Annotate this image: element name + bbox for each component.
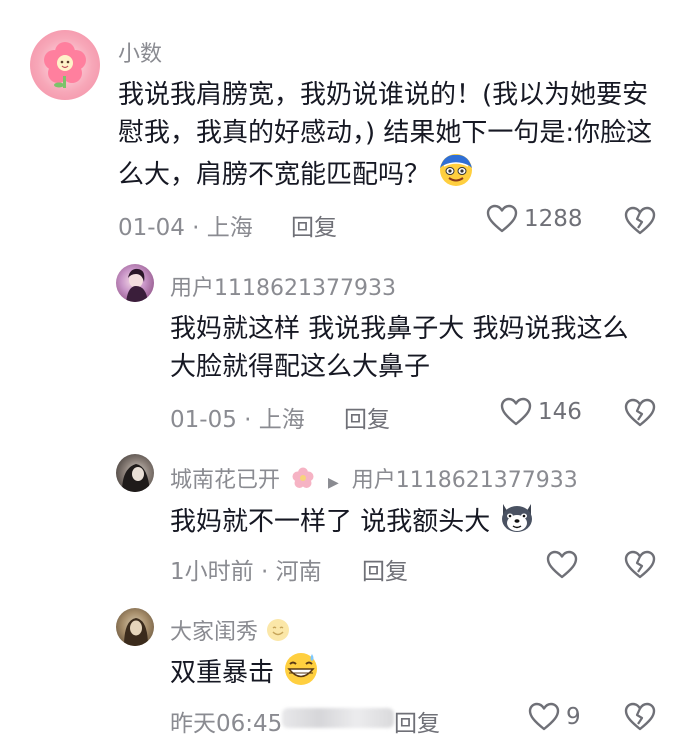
flower-avatar-icon: [44, 42, 86, 88]
like-count: 1288: [524, 206, 583, 232]
like-button[interactable]: 1288: [486, 204, 583, 234]
reply-item: 用户1118621377933 我妈就这样 我说我鼻子大 我妈说我这么大脸就得配…: [0, 250, 690, 440]
broken-heart-icon: [624, 398, 656, 427]
like-button[interactable]: 146: [500, 397, 582, 427]
reply-time-location: 1小时前 · 河南: [170, 559, 322, 585]
heart-outline-icon: [528, 702, 560, 731]
reply-author-name[interactable]: 大家闺秀: [170, 620, 258, 645]
comment-author[interactable]: 小数: [118, 36, 162, 68]
avatar[interactable]: [116, 608, 154, 646]
reply-item: 大家闺秀 双重暴击 昨天06:45 回复 9: [0, 590, 690, 739]
comment-time-location: 01-04 · 上海: [118, 215, 253, 241]
reply-button[interactable]: 回复: [291, 208, 337, 242]
smile-badge-icon: [265, 617, 291, 649]
like-count: 9: [566, 704, 581, 730]
comment-text: 我说我肩膀宽，我奶说谁说的！(我以为她要安慰我，我真的好感动，) 结果她下一句是…: [118, 76, 658, 199]
reply-author-name[interactable]: 城南花已开: [170, 468, 280, 493]
portrait-avatar-icon: [124, 618, 148, 646]
portrait-avatar-icon: [126, 268, 148, 302]
like-button[interactable]: [546, 550, 584, 580]
avatar[interactable]: [30, 30, 100, 100]
avatar[interactable]: [116, 454, 154, 492]
dislike-button[interactable]: [624, 702, 656, 736]
dog-emoji-icon: [499, 500, 535, 545]
reply-author: 城南花已开 ▶ 用户1118621377933: [170, 462, 578, 496]
reply-text-content: 我妈就不一样了 说我额头大: [170, 507, 491, 537]
avatar[interactable]: [116, 264, 154, 302]
broken-heart-icon: [624, 550, 656, 579]
comment-text-content: 我说我肩膀宽，我奶说谁说的！(我以为她要安慰我，我真的好感动，) 结果她下一句是…: [118, 80, 653, 190]
like-count: 146: [538, 399, 582, 425]
heart-outline-icon: [546, 550, 578, 579]
reply-arrow-icon: ▶: [328, 475, 339, 491]
dislike-button[interactable]: [624, 550, 656, 584]
flower-icon: [291, 466, 315, 496]
reply-text: 我妈就这样 我说我鼻子大 我妈说我这么大脸就得配这么大鼻子: [170, 314, 629, 382]
reply-button[interactable]: 回复: [362, 552, 408, 586]
reply-text: 双重暴击: [170, 650, 650, 697]
reply-time-location: 昨天06:45: [170, 711, 283, 737]
reply-to-name[interactable]: 用户1118621377933: [352, 468, 578, 493]
heart-outline-icon: [486, 204, 518, 233]
reply-time-location: 01-05 · 上海: [170, 407, 305, 433]
reply-author: 大家闺秀: [170, 614, 291, 649]
broken-heart-icon: [624, 206, 656, 235]
laughing-emoji-icon: [438, 152, 474, 199]
heart-outline-icon: [500, 397, 532, 426]
portrait-avatar-icon: [122, 464, 150, 492]
comment-item: 小数 我说我肩膀宽，我奶说谁说的！(我以为她要安慰我，我真的好感动，) 结果她下…: [0, 0, 690, 250]
obscured-text: [282, 708, 394, 728]
reply-button[interactable]: 回复: [344, 400, 390, 434]
grinning-sweat-emoji-icon: [282, 650, 320, 697]
dislike-button[interactable]: [624, 398, 656, 432]
like-button[interactable]: 9: [528, 702, 581, 732]
reply-item: 城南花已开 ▶ 用户1118621377933 我妈就不一样了 说我额头大 1小…: [0, 440, 690, 590]
dislike-button[interactable]: [624, 206, 656, 240]
reply-text-content: 双重暴击: [170, 658, 275, 688]
reply-button[interactable]: 回复: [394, 704, 440, 738]
reply-text: 我妈就不一样了 说我额头大: [170, 500, 650, 545]
reply-author[interactable]: 用户1118621377933: [170, 270, 396, 302]
broken-heart-icon: [624, 702, 656, 731]
